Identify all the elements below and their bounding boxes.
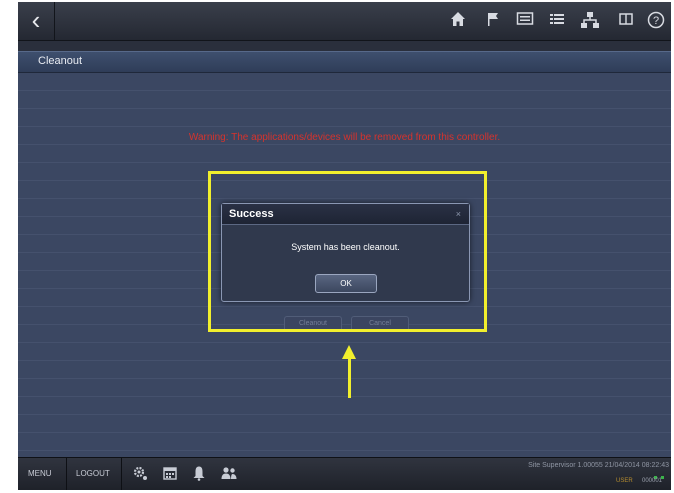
annotation-arrow-icon — [342, 345, 356, 359]
close-icon[interactable]: × — [456, 209, 461, 219]
book-icon[interactable] — [615, 11, 637, 31]
user-label: USER — [616, 478, 633, 484]
logout-button[interactable]: LOGOUT — [76, 466, 110, 482]
menu-button[interactable]: MENU — [28, 466, 52, 482]
session-code: 000001 — [642, 478, 663, 484]
app-window: ‹ ? Cleanout Warning: The applications/d… — [18, 2, 671, 490]
dialog-header: Success × — [222, 204, 469, 225]
help-icon[interactable]: ? — [645, 11, 667, 31]
dialog-message: System has been cleanout. — [291, 242, 400, 252]
status-text: Site Supervisor 1.00055 21/04/2014 08:22… — [528, 462, 669, 469]
chevron-left-icon: ‹ — [31, 5, 41, 35]
main-content: Warning: The applications/devices will b… — [18, 73, 671, 457]
list-icon[interactable] — [546, 11, 568, 31]
home-icon[interactable] — [447, 11, 469, 31]
users-icon[interactable] — [220, 465, 238, 483]
svg-text:?: ? — [653, 15, 659, 27]
dialog-title: Success — [229, 208, 274, 220]
bell-icon[interactable] — [190, 465, 208, 483]
top-toolbar: ‹ ? — [18, 2, 671, 41]
annotation-arrow-shaft — [348, 358, 351, 398]
cleanout-button[interactable]: Cleanout — [284, 316, 342, 329]
settings-gear-icon[interactable] — [131, 465, 149, 483]
network-icon[interactable] — [579, 11, 601, 31]
page-title: Cleanout — [38, 55, 83, 67]
toolbar-divider — [121, 458, 122, 490]
calendar-icon[interactable] — [161, 465, 179, 483]
cancel-button[interactable]: Cancel — [351, 316, 409, 329]
flag-icon[interactable] — [482, 11, 504, 31]
bottom-toolbar: MENU LOGOUT Site Supervisor 1.00055 21/0… — [18, 457, 671, 490]
warning-message: Warning: The applications/devices will b… — [188, 132, 501, 143]
monitor-icon[interactable] — [514, 11, 536, 31]
success-dialog: Success × System has been cleanout. OK — [221, 203, 470, 302]
toolbar-divider — [66, 458, 67, 490]
back-button[interactable]: ‹ — [18, 2, 55, 40]
page-title-bar: Cleanout — [18, 51, 671, 73]
ok-button[interactable]: OK — [315, 274, 377, 293]
